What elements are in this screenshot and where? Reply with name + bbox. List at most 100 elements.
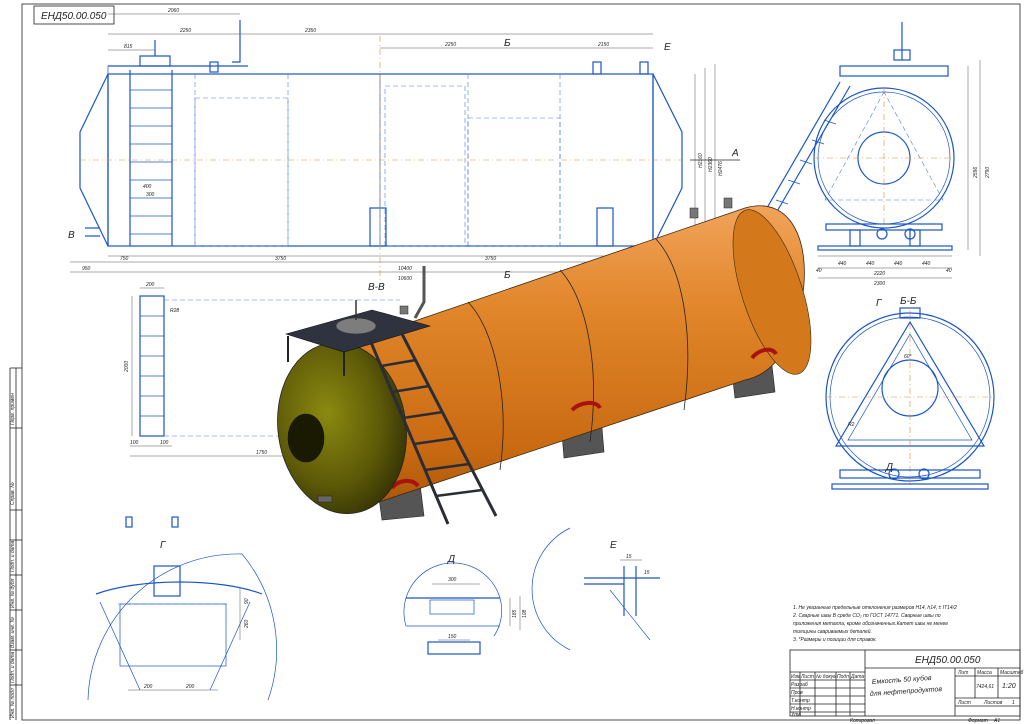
- dim-3750: 3750: [275, 256, 286, 262]
- margin-label-perv-primen: Перв. примен: [10, 393, 16, 425]
- support-1: [369, 207, 387, 247]
- dim-bb-r2: R2: [848, 422, 855, 428]
- copied-label: Копировал: [850, 718, 875, 724]
- label-bb: Б-Б: [900, 296, 917, 307]
- dim-ed-15-b: 15: [644, 570, 650, 576]
- dim-950: 950: [82, 266, 91, 272]
- label-d-mark: Д: [885, 462, 893, 473]
- label-b-top: Б: [504, 38, 511, 49]
- label-a: А: [731, 148, 739, 159]
- dim-side-2300: 2300: [873, 281, 885, 287]
- tb-letter: Лит: [957, 670, 968, 676]
- dim-h2160: Н2160: [698, 153, 704, 168]
- vent-pipe: [232, 20, 241, 63]
- manhole-3d: [335, 317, 377, 335]
- label-e: Е: [664, 42, 671, 53]
- drawing-canvas: Перв. примен Справ. № Подп. и дата Инв. …: [9, 3, 1024, 724]
- title-line-1: Емкость 50 кубов: [872, 674, 933, 686]
- dim-2150: 2150: [597, 42, 609, 48]
- dim-10600: 10600: [398, 276, 412, 282]
- margin-label-inv-dubl: Инв. № дубл: [10, 578, 16, 608]
- dim-side-2596: 2596: [973, 167, 979, 179]
- tb-data: Дата: [850, 674, 864, 680]
- label-g-mark: Г: [876, 298, 883, 309]
- dim-h2476: Н2476: [718, 161, 724, 176]
- dim-400: 400: [143, 184, 152, 190]
- tb-utv: Утв: [791, 712, 801, 718]
- dim-vv-100-a: 100: [130, 440, 139, 446]
- note-3: приложения металла, кроме обозначенных.К…: [793, 621, 948, 627]
- dim-815: 815: [124, 44, 133, 50]
- label-g-detail: Г: [160, 540, 167, 551]
- dim-side-2220: 2220: [873, 271, 885, 277]
- margin-label-inv-podl: Инв. № подл: [10, 688, 16, 718]
- vent-pipe-3d: [413, 266, 426, 319]
- dim-10400: 10400: [398, 266, 412, 272]
- label-e-detail: Е: [610, 540, 617, 551]
- dim-dd-185: 185: [512, 609, 518, 618]
- dim-bb-60: 60°: [904, 354, 912, 360]
- label-vv: В-В: [368, 282, 385, 293]
- tb-list: Лист: [800, 674, 814, 680]
- dim-side-440-a: 440: [838, 261, 847, 267]
- support-2: [596, 207, 614, 247]
- dim-2250-a: 2250: [179, 28, 191, 34]
- tb-ndokum: № докум: [816, 674, 837, 680]
- dim-3750-b: 3750: [485, 256, 496, 262]
- dim-vv-100-b: 100: [160, 440, 169, 446]
- label-b-bottom: Б: [504, 270, 511, 281]
- tb-sheets: Листов: [983, 700, 1003, 706]
- dim-side-440-c: 440: [894, 261, 903, 267]
- dim-side-40-a: 40: [816, 268, 822, 274]
- rotated-drawing-code: ЕНД50.00.050: [41, 11, 107, 22]
- detail-g: [87, 516, 277, 701]
- tb-podp: Подп: [837, 674, 849, 680]
- manhole-top: [139, 55, 171, 67]
- dim-gd-90: 90: [244, 598, 250, 604]
- dim-300: 300: [146, 192, 155, 198]
- dim-750: 750: [120, 256, 129, 262]
- section-bb: [825, 307, 995, 490]
- dim-side-40-b: 40: [946, 268, 952, 274]
- dim-2350: 2350: [304, 28, 316, 34]
- dim-dd-108: 108: [522, 609, 528, 618]
- dim-vv-1750: 1750: [256, 450, 267, 456]
- dim-gd-260: 260: [244, 619, 250, 629]
- dim-h2360: Н2360: [708, 157, 714, 172]
- label-d-detail: Д: [447, 554, 455, 565]
- tb-scale: Масштаб: [1000, 670, 1024, 676]
- note-4: толщины свариваемых деталей.: [793, 628, 872, 635]
- format-label: Формат: [968, 718, 988, 724]
- dim-side-440-b: 440: [866, 261, 875, 267]
- note-2: 2. Сварные швы В среде СО₂ по ГОСТ 14771…: [792, 613, 941, 619]
- detail-e: [531, 527, 660, 651]
- tb-prov: Пров: [791, 690, 803, 696]
- tb-razrab: Разраб: [791, 682, 808, 688]
- dim-2250-b: 2250: [444, 42, 456, 48]
- tank-3d-render: [277, 197, 812, 525]
- dim-vv-2000: 2000: [124, 361, 130, 373]
- dim-2060: 2060: [167, 8, 179, 14]
- dim-vv-r28: R28: [170, 308, 179, 314]
- tb-mass-value: 7424,61: [976, 684, 994, 690]
- dim-gd-200-b: 200: [185, 684, 195, 690]
- dim-gd-200-a: 200: [143, 684, 153, 690]
- note-1: 1. Не указанные предельные отклонения ра…: [793, 605, 957, 611]
- margin-label-podp-data-1: Подп. и дата: [10, 540, 16, 572]
- dim-dd-300: 300: [448, 577, 457, 583]
- tb-sheets-value: 1: [1012, 700, 1015, 706]
- dim-ed-15: 15: [626, 554, 632, 560]
- drawing-sheet: Перв. примен Справ. № Подп. и дата Инв. …: [0, 0, 1024, 724]
- tb-sheet: Лист: [957, 700, 971, 706]
- tb-scale-value: 1:20: [1002, 683, 1016, 690]
- title-drawing-code: ЕНД50.00.050: [915, 655, 981, 666]
- front-ladder: [129, 70, 173, 246]
- format-value: А1: [993, 718, 1000, 724]
- title-block: Изм Лист № докум Подп Дата Разраб Пров Т…: [789, 649, 1024, 718]
- dim-side-2790: 2790: [985, 167, 991, 179]
- detail-d: [403, 562, 521, 655]
- dim-dd-150: 150: [448, 634, 457, 640]
- tb-mass: Масса: [977, 670, 992, 676]
- title-line-2: для нефтепродуктов: [870, 685, 943, 698]
- label-v: В: [68, 230, 75, 241]
